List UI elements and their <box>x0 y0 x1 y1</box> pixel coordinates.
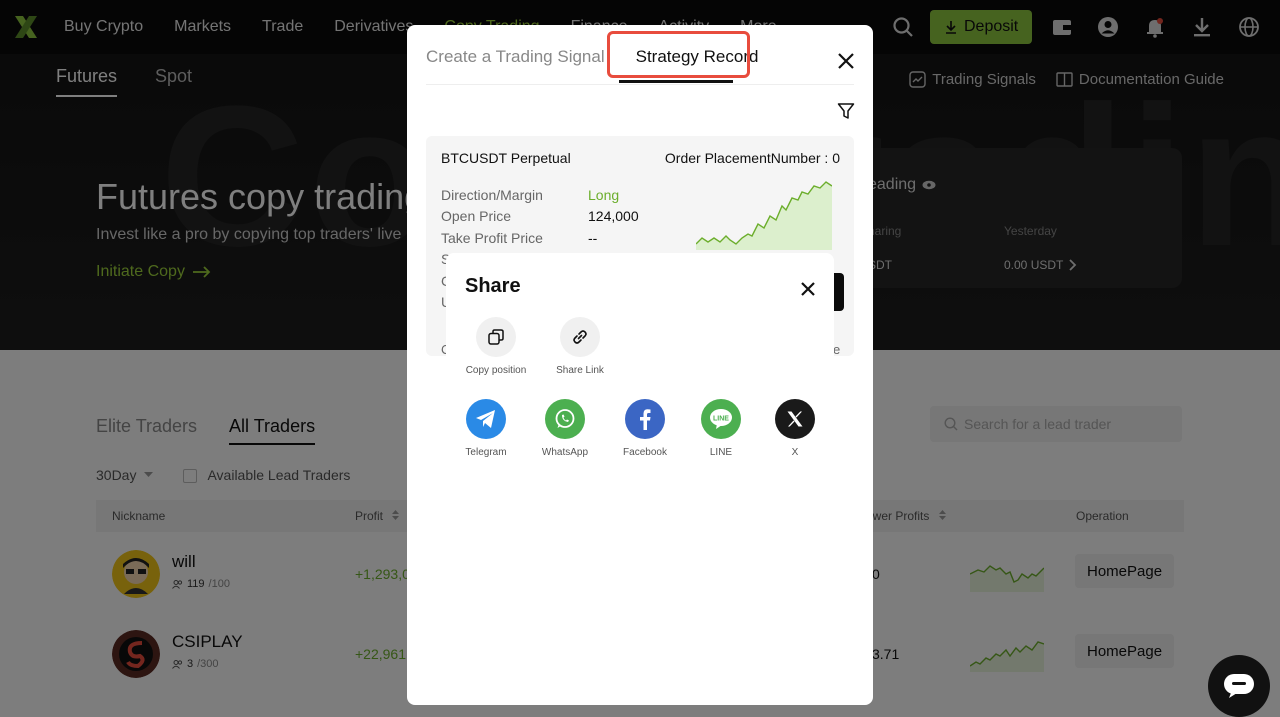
facebook-option[interactable]: Facebook <box>605 399 685 458</box>
whatsapp-label: WhatsApp <box>541 447 589 458</box>
telegram-label: Telegram <box>465 447 507 458</box>
share-title: Share <box>465 275 521 297</box>
share-link-option[interactable]: Share Link <box>540 317 620 376</box>
label-take-profit-price: Take Profit Price <box>441 230 543 246</box>
take-profit-value: -- <box>588 230 598 246</box>
strategy-record-highlight <box>607 31 750 78</box>
label-direction-margin: Direction/Margin <box>441 187 543 203</box>
x-circle[interactable] <box>775 399 815 439</box>
close-icon[interactable] <box>837 52 855 70</box>
x-label: X <box>791 447 799 458</box>
facebook-circle[interactable] <box>625 399 665 439</box>
copy-position-option[interactable]: Copy position <box>456 317 536 376</box>
close-icon[interactable] <box>800 281 816 297</box>
share-dialog: Share Copy position Share Link Telegram … <box>446 253 834 477</box>
x-option[interactable]: X <box>755 399 835 458</box>
line-option[interactable]: LINE LINE <box>681 399 761 458</box>
whatsapp-icon <box>555 409 575 428</box>
telegram-icon <box>476 410 495 428</box>
line-label: LINE <box>709 447 733 458</box>
line-icon: LINE <box>710 409 732 429</box>
share-link-label: Share Link <box>556 365 604 376</box>
active-tab-underline <box>619 80 733 83</box>
signal-price-chart <box>696 181 832 250</box>
chat-icon <box>1224 674 1254 698</box>
signal-pair: BTCUSDT Perpetual <box>441 150 571 166</box>
svg-text:LINE: LINE <box>713 416 729 423</box>
share-link-circle[interactable] <box>560 317 600 357</box>
support-chat-button[interactable] <box>1208 655 1270 717</box>
copy-position-label: Copy position <box>465 365 527 376</box>
filter-icon[interactable] <box>837 102 855 120</box>
copy-icon <box>488 329 504 345</box>
tabs-divider <box>426 84 854 85</box>
signal-footer-right: e <box>833 342 841 357</box>
whatsapp-option[interactable]: WhatsApp <box>525 399 605 458</box>
order-placement-number: Order PlacementNumber : 0 <box>664 150 840 166</box>
open-price-value: 124,000 <box>588 208 639 224</box>
facebook-icon <box>640 409 651 430</box>
link-icon <box>573 330 587 344</box>
telegram-circle[interactable] <box>466 399 506 439</box>
direction-value: Long <box>588 187 620 203</box>
line-circle[interactable]: LINE <box>701 399 741 439</box>
whatsapp-circle[interactable] <box>545 399 585 439</box>
tab-create-trading-signal[interactable]: Create a Trading Signal <box>426 47 605 67</box>
copy-position-circle[interactable] <box>476 317 516 357</box>
telegram-option[interactable]: Telegram <box>446 399 526 458</box>
facebook-label: Facebook <box>623 447 667 458</box>
x-logo-icon <box>787 411 803 427</box>
label-open-price: Open Price <box>441 208 512 224</box>
